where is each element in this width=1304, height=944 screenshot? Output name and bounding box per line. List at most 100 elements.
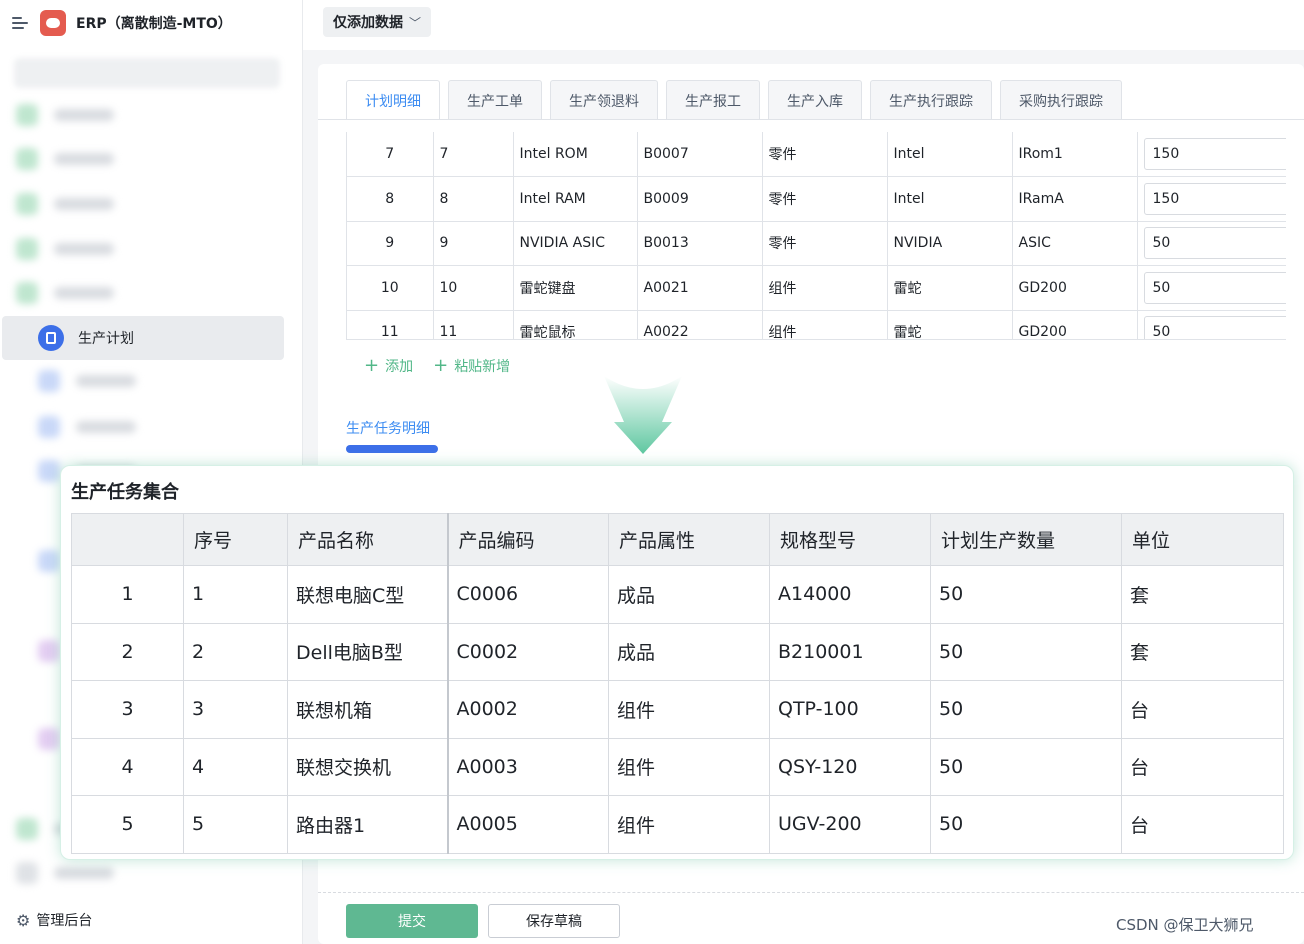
sidebar-item-blurred[interactable] bbox=[16, 862, 114, 884]
table-cell: ASIC bbox=[1012, 221, 1138, 266]
table-cell[interactable]: 150 bbox=[1137, 132, 1286, 177]
sidebar-item-blurred[interactable] bbox=[38, 416, 136, 438]
plan-detail-table: 7 7 Intel ROM B0007 零件 Intel IRom1 150 8 8 Intel R… bbox=[346, 132, 1286, 340]
arrow-down-icon bbox=[604, 376, 682, 454]
table-cell: Intel RAM bbox=[513, 176, 638, 222]
tab-production-inbound[interactable]: 生产入库 bbox=[768, 80, 862, 120]
table-cell: 联想交换机 bbox=[287, 737, 448, 796]
table-row: 3 3 联想机箱 A0002 组件 QTP-100 50 台 bbox=[71, 680, 1284, 739]
tab-production-tracking[interactable]: 生产执行跟踪 bbox=[870, 80, 992, 120]
table-cell[interactable]: 50 bbox=[1137, 310, 1286, 339]
table-cell: Intel bbox=[887, 132, 1013, 177]
admin-link[interactable]: ⚙ 管理后台 bbox=[16, 910, 92, 930]
paste-add-button[interactable]: + 粘贴新增 bbox=[433, 356, 510, 376]
tab-bar: 计划明细 生产工单 生产领退料 生产报工 生产入库 生产执行跟踪 采购执行跟踪 bbox=[346, 80, 1130, 120]
column-header: 规格型号 bbox=[769, 513, 931, 566]
sidebar-item-blurred[interactable] bbox=[16, 193, 114, 215]
tab-material-issue-return[interactable]: 生产领退料 bbox=[550, 80, 658, 120]
column-header: 产品属性 bbox=[608, 513, 770, 566]
table-cell[interactable]: 150 bbox=[1137, 176, 1286, 222]
quantity-input[interactable]: 150 bbox=[1143, 182, 1286, 215]
table-cell: 50 bbox=[930, 795, 1122, 854]
tab-task-detail[interactable]: 生产任务明细 bbox=[346, 418, 430, 438]
sidebar-item-blurred[interactable] bbox=[16, 238, 114, 260]
table-cell: 10 bbox=[347, 265, 434, 311]
table-cell: 组件 bbox=[608, 680, 770, 739]
table-cell: 11 bbox=[433, 310, 514, 339]
app-title: ERP（离散制造-MTO） bbox=[76, 16, 232, 32]
table-cell: QSY-120 bbox=[769, 737, 931, 796]
table-cell: 雷蛇 bbox=[887, 310, 1013, 339]
tab-work-report[interactable]: 生产报工 bbox=[666, 80, 760, 120]
sidebar-item-blurred[interactable] bbox=[16, 148, 114, 170]
table-cell: B210001 bbox=[769, 622, 931, 681]
quantity-input[interactable]: 50 bbox=[1143, 227, 1286, 260]
table-cell: 2 bbox=[71, 622, 184, 681]
table-cell: 10 bbox=[433, 265, 514, 311]
table-cell: 套 bbox=[1121, 565, 1284, 624]
table-cell: UGV-200 bbox=[769, 795, 931, 854]
table-cell: 台 bbox=[1121, 737, 1284, 796]
table-cell: NVIDIA bbox=[887, 221, 1013, 266]
table-cell: 雷蛇键盘 bbox=[513, 265, 638, 311]
table-cell: 7 bbox=[433, 132, 514, 177]
top-bar: 仅添加数据 ﹀ bbox=[303, 0, 1304, 50]
sidebar-item-production-plan[interactable]: 生产计划 bbox=[2, 316, 284, 360]
table-cell: 雷蛇 bbox=[887, 265, 1013, 311]
table-cell[interactable]: 50 bbox=[1137, 265, 1286, 311]
app-header: ERP（离散制造-MTO） bbox=[12, 8, 232, 38]
document-icon bbox=[38, 325, 64, 351]
admin-label: 管理后台 bbox=[36, 913, 93, 929]
table-cell: GD200 bbox=[1012, 310, 1138, 339]
table-cell: 3 bbox=[71, 680, 184, 739]
table-row: 11 11 雷蛇鼠标 A0022 组件 雷蛇 GD200 50 bbox=[347, 310, 1286, 339]
table-cell: 50 bbox=[930, 737, 1122, 796]
plus-icon: + bbox=[433, 355, 449, 376]
table-row: 4 4 联想交换机 A0003 组件 QSY-120 50 台 bbox=[71, 737, 1284, 796]
task-set-table: 序号 产品名称 产品编码 产品属性 规格型号 计划生产数量 单位 1 1 联想电脑C型 C0006… bbox=[71, 513, 1284, 854]
plus-icon: + bbox=[364, 355, 380, 376]
submit-button[interactable]: 提交 bbox=[346, 904, 478, 938]
table-cell: 台 bbox=[1121, 795, 1284, 854]
sidebar-item-blurred[interactable] bbox=[16, 282, 114, 304]
table-cell[interactable]: 50 bbox=[1137, 221, 1286, 266]
table-cell: 套 bbox=[1121, 622, 1284, 681]
sidebar-item-blurred[interactable] bbox=[16, 104, 114, 126]
row-actions: + 添加 + 粘贴新增 bbox=[364, 356, 530, 376]
tab-plan-detail[interactable]: 计划明细 bbox=[346, 80, 440, 120]
table-cell: 2 bbox=[183, 622, 288, 681]
table-cell: 50 bbox=[930, 565, 1122, 624]
table-cell: B0013 bbox=[637, 221, 763, 266]
tab-work-order[interactable]: 生产工单 bbox=[448, 80, 542, 120]
table-cell: 3 bbox=[183, 680, 288, 739]
table-cell: 5 bbox=[183, 795, 288, 854]
column-header: 产品名称 bbox=[287, 513, 448, 566]
mode-dropdown[interactable]: 仅添加数据 ﹀ bbox=[323, 7, 432, 37]
table-cell: Intel bbox=[887, 176, 1013, 222]
table-cell: A0002 bbox=[446, 680, 609, 739]
table-cell: 7 bbox=[347, 132, 434, 177]
sidebar-item-blurred[interactable] bbox=[38, 370, 136, 392]
column-header: 单位 bbox=[1121, 513, 1284, 566]
table-cell: 4 bbox=[183, 737, 288, 796]
table-cell: 路由器1 bbox=[287, 795, 448, 854]
column-header bbox=[71, 513, 184, 566]
table-cell: 联想机箱 bbox=[287, 680, 448, 739]
table-cell: 台 bbox=[1121, 680, 1284, 739]
column-header: 序号 bbox=[183, 513, 288, 566]
column-header: 产品编码 bbox=[446, 513, 609, 566]
quantity-input[interactable]: 50 bbox=[1143, 316, 1286, 339]
sidebar-item-label: 生产计划 bbox=[78, 331, 134, 347]
save-draft-button[interactable]: 保存草稿 bbox=[488, 904, 620, 938]
table-cell: IRamA bbox=[1012, 176, 1138, 222]
quantity-input[interactable]: 50 bbox=[1143, 271, 1286, 304]
table-cell: A0021 bbox=[637, 265, 763, 311]
table-cell: 50 bbox=[930, 622, 1122, 681]
menu-toggle-icon[interactable] bbox=[12, 16, 30, 30]
sidebar-search-input[interactable] bbox=[14, 58, 280, 88]
paste-add-label: 粘贴新增 bbox=[454, 359, 511, 375]
tab-purchase-tracking[interactable]: 采购执行跟踪 bbox=[1000, 80, 1122, 120]
add-row-button[interactable]: + 添加 bbox=[364, 356, 413, 376]
active-subtab-indicator bbox=[346, 445, 438, 453]
quantity-input[interactable]: 150 bbox=[1143, 138, 1286, 170]
